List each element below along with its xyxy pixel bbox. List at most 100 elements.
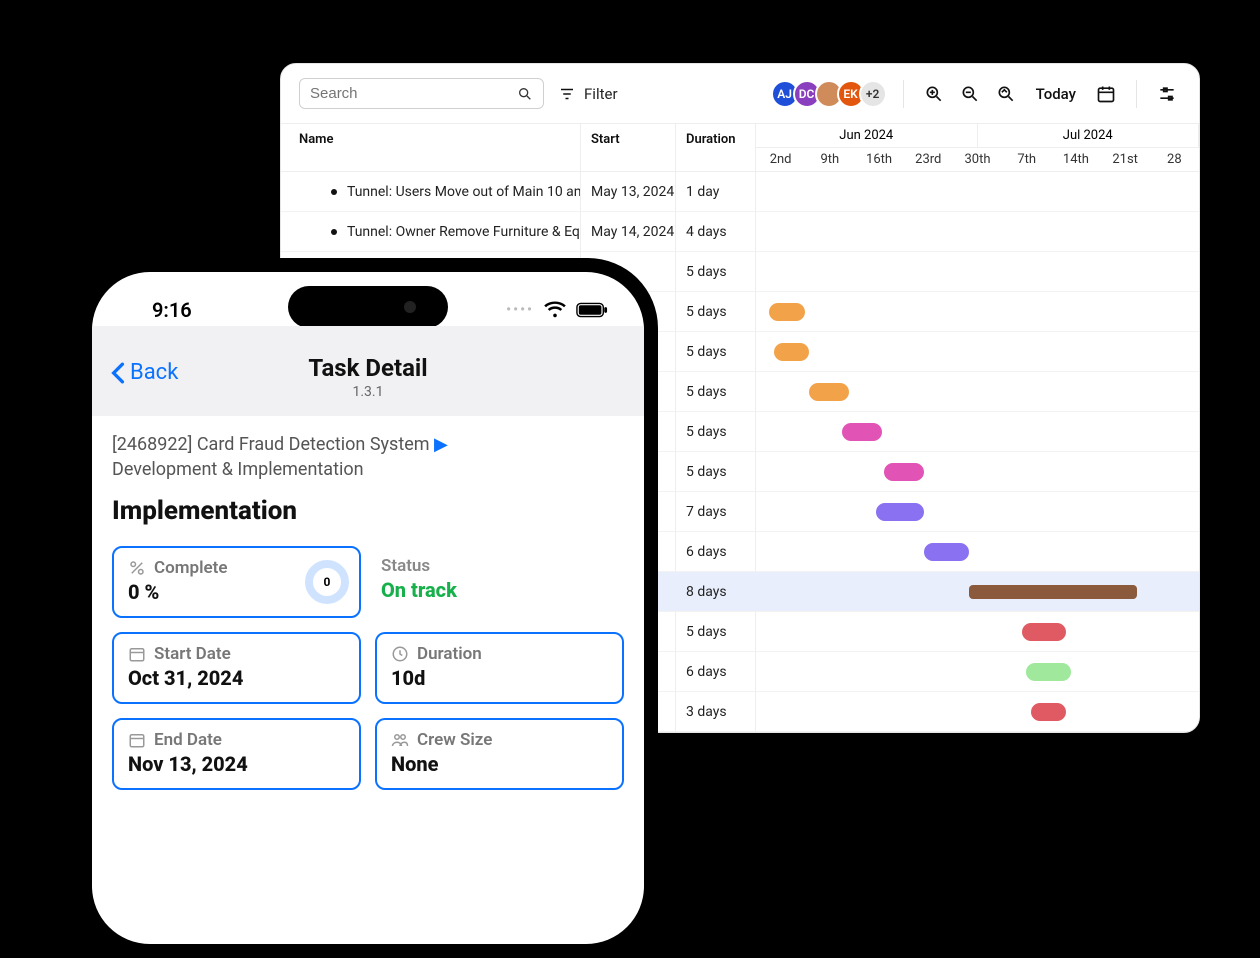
timeline-week: 2nd [756, 148, 805, 171]
card-value: Oct 31, 2024 [128, 666, 345, 690]
avatar-overflow[interactable]: +2 [859, 80, 887, 108]
task-duration: 5 days [676, 452, 756, 491]
task-name: Tunnel: Owner Remove Furniture & Equipme [347, 224, 581, 240]
cell-signal-icon: •••• [506, 302, 534, 318]
gantt-bar[interactable] [1022, 623, 1066, 641]
search-icon [517, 86, 533, 102]
settings-sliders-icon[interactable] [1153, 80, 1181, 108]
gantt-track [756, 212, 1199, 251]
breadcrumb-project: [2468922] Card Fraud Detection System [112, 434, 430, 455]
timeline-week: 23rd [904, 148, 953, 171]
gantt-track [756, 332, 1199, 371]
page-title: Task Detail [112, 354, 624, 382]
gantt-row[interactable]: Tunnel: Owner Remove Furniture & Equipme… [281, 212, 1199, 252]
timeline-month: Jun 2024 [756, 124, 978, 147]
phone-frame: 9:16 •••• Back Task Detail 1.3.1 [78, 258, 658, 958]
card-label: End Date [154, 730, 222, 750]
task-duration: 6 days [676, 532, 756, 571]
gantt-row[interactable]: Tunnel: Users Move out of Main 10 and in… [281, 172, 1199, 212]
gantt-track [756, 292, 1199, 331]
gantt-track [756, 572, 1199, 611]
gantt-track [756, 252, 1199, 291]
task-duration: 5 days [676, 412, 756, 451]
crew-size-card[interactable]: Crew Size None [375, 718, 624, 790]
timeline-week: 28 [1150, 148, 1199, 171]
search-input-wrapper[interactable] [299, 78, 544, 109]
card-label: Duration [417, 644, 482, 664]
timeline-week: 9th [805, 148, 854, 171]
calendar-icon [128, 731, 146, 749]
calendar-icon [128, 645, 146, 663]
battery-icon [576, 302, 608, 318]
clock-icon [391, 645, 409, 663]
back-button[interactable]: Back [110, 360, 178, 385]
timeline-header: Jun 2024Jul 2024 2nd9th16th23rd30th7th14… [756, 124, 1199, 171]
gantt-track [756, 412, 1199, 451]
people-icon [391, 731, 409, 749]
gantt-bar[interactable] [809, 383, 849, 401]
breadcrumb[interactable]: [2468922] Card Fraud Detection System ▶ … [112, 432, 624, 482]
page-subtitle: 1.3.1 [112, 384, 624, 400]
column-header-duration[interactable]: Duration [676, 124, 756, 171]
task-duration: 6 days [676, 652, 756, 691]
zoom-in-icon[interactable] [920, 80, 948, 108]
gantt-track [756, 492, 1199, 531]
today-button[interactable]: Today [1036, 85, 1076, 103]
progress-ring: 0 [305, 560, 349, 604]
card-label: Complete [154, 558, 228, 578]
card-value: On track [381, 578, 610, 602]
gantt-track [756, 652, 1199, 691]
card-value: Nov 13, 2024 [128, 752, 345, 776]
gantt-bar[interactable] [1026, 663, 1070, 681]
gantt-bar[interactable] [769, 303, 804, 321]
status-time: 9:16 [152, 298, 192, 322]
start-date-card[interactable]: Start Date Oct 31, 2024 [112, 632, 361, 704]
filter-button[interactable]: Filter [552, 81, 624, 107]
gantt-bar[interactable] [1031, 703, 1066, 721]
duration-card[interactable]: Duration 10d [375, 632, 624, 704]
end-date-card[interactable]: End Date Nov 13, 2024 [112, 718, 361, 790]
task-duration: 7 days [676, 492, 756, 531]
zoom-fit-icon[interactable] [992, 80, 1020, 108]
gantt-track [756, 692, 1199, 731]
task-duration: 8 days [676, 572, 756, 611]
avatar-stack[interactable]: AJDCEK+2 [777, 80, 887, 108]
card-label: Status [381, 556, 430, 576]
task-duration: 5 days [676, 372, 756, 411]
card-value: 10d [391, 666, 608, 690]
gantt-track [756, 532, 1199, 571]
task-start: May 13, 2024 [581, 172, 676, 211]
task-duration: 5 days [676, 332, 756, 371]
breadcrumb-phase: Development & Implementation [112, 459, 364, 480]
gantt-track [756, 452, 1199, 491]
gantt-bar[interactable] [969, 585, 1137, 599]
task-title: Implementation [112, 496, 624, 526]
back-label: Back [130, 360, 178, 385]
timeline-month: Jul 2024 [978, 124, 1200, 147]
calendar-icon[interactable] [1092, 80, 1120, 108]
nav-header: Back Task Detail 1.3.1 [92, 326, 644, 416]
percent-complete-card[interactable]: Complete 0 % 0 [112, 546, 361, 618]
gantt-track [756, 372, 1199, 411]
gantt-bar[interactable] [774, 343, 809, 361]
timeline-week: 16th [854, 148, 903, 171]
timeline-week: 21st [1101, 148, 1150, 171]
status-card[interactable]: Status On track [375, 546, 624, 618]
task-content: [2468922] Card Fraud Detection System ▶ … [92, 416, 644, 806]
column-header-start[interactable]: Start [581, 124, 676, 171]
card-value: None [391, 752, 608, 776]
column-header-row: Name Start Duration Jun 2024Jul 2024 2nd… [281, 124, 1199, 172]
gantt-bar[interactable] [876, 503, 925, 521]
wifi-icon [544, 301, 566, 319]
gantt-track [756, 612, 1199, 651]
task-duration: 4 days [676, 212, 756, 251]
zoom-out-icon[interactable] [956, 80, 984, 108]
gantt-bar[interactable] [924, 543, 968, 561]
task-duration: 5 days [676, 252, 756, 291]
search-input[interactable] [310, 85, 509, 102]
gantt-bar[interactable] [842, 423, 882, 441]
gantt-track [756, 172, 1199, 211]
filter-label: Filter [584, 85, 618, 103]
gantt-bar[interactable] [884, 463, 924, 481]
column-header-name[interactable]: Name [281, 124, 581, 171]
